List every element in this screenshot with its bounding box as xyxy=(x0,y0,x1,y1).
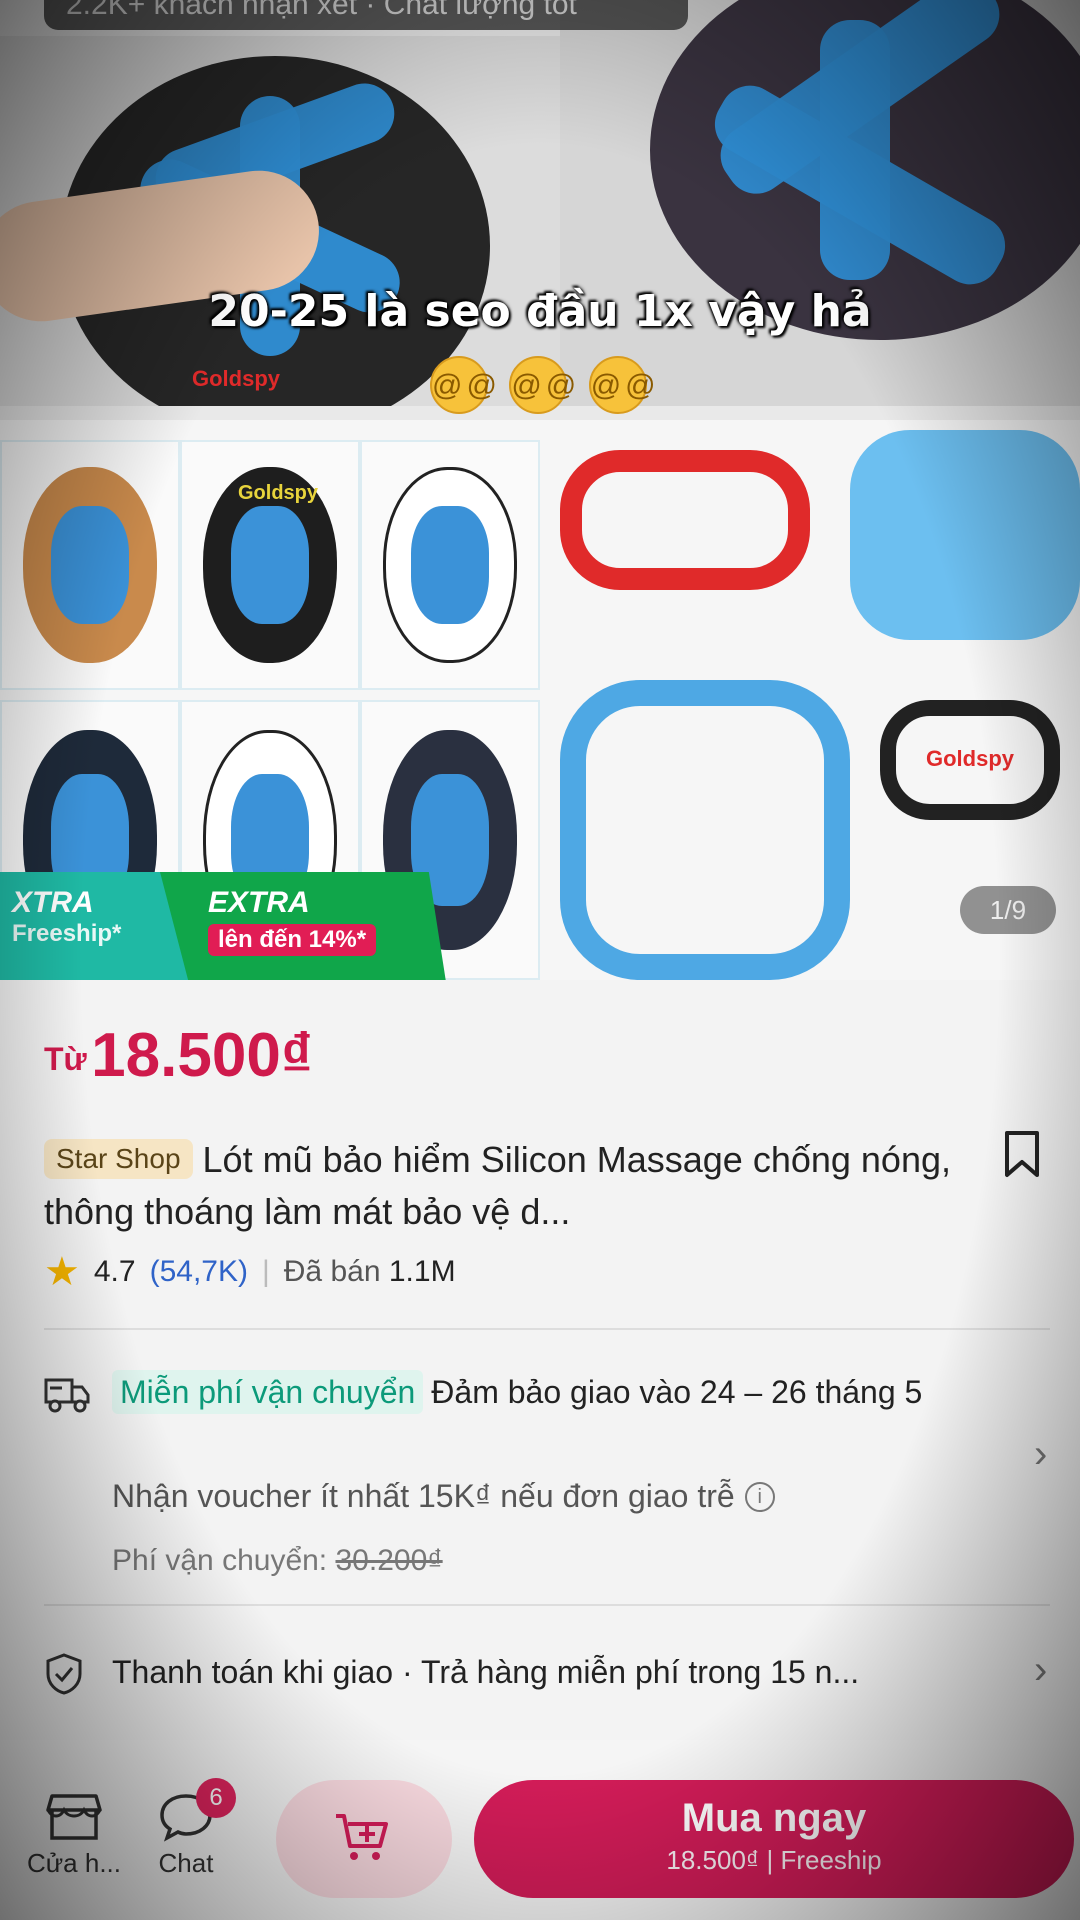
buy-now-label: Mua ngay xyxy=(681,1796,867,1840)
shipping-fee-label: Phí vận chuyển: xyxy=(112,1544,328,1577)
dizzy-face-icon: @@ xyxy=(588,356,656,414)
voucher-note: Nhận voucher ít nhất 15K₫ nếu đơn giao t… xyxy=(112,1478,775,1515)
chevron-right-icon[interactable]: › xyxy=(1034,1432,1047,1477)
buy-now-subtitle: 18.500₫ | Freeship xyxy=(666,1845,882,1875)
payment-returns-text: Thanh toán khi giao · Trả hàng miễn phí … xyxy=(112,1654,860,1690)
divider xyxy=(44,1328,1050,1330)
payment-returns-row[interactable]: Thanh toán khi giao · Trả hàng miễn phí … xyxy=(44,1648,1047,1708)
dizzy-face-icon: @@ xyxy=(430,356,497,414)
product-photo-helmet-hand: Goldspy xyxy=(0,36,560,406)
sold-label: Đã bán xyxy=(283,1255,381,1288)
bookmark-icon[interactable] xyxy=(1004,1130,1040,1178)
blue-pad-image xyxy=(560,680,850,980)
shipping-fee: Phí vận chuyển: 30.200₫ xyxy=(112,1544,443,1578)
star-icon: ★ xyxy=(44,1250,80,1294)
store-icon xyxy=(46,1794,102,1840)
screen: Goldspy 2.2K+ khách nhận xét · Chất lượn… xyxy=(0,0,1080,1920)
price-row: Từ 18.500₫ xyxy=(44,1020,313,1091)
sold-value: 1.1M xyxy=(388,1255,456,1288)
brand-watermark: Goldspy xyxy=(192,366,281,391)
rating-value: 4.7 xyxy=(93,1255,136,1288)
info-icon[interactable]: i xyxy=(744,1481,775,1512)
store-button[interactable]: Cửa h... xyxy=(22,1792,126,1879)
shield-check-icon xyxy=(46,1653,82,1695)
video-caption: 20-25 là seo đầu 1x vậy hả xyxy=(208,286,872,337)
shipping-guarantee: Miễn phí vận chuyển Đảm bảo giao vào 24 –… xyxy=(112,1370,972,1414)
add-to-cart-icon xyxy=(336,1814,388,1860)
voucher-text: Nhận voucher ít nhất 15K₫ nếu đơn giao t… xyxy=(112,1478,735,1514)
brand-watermark: Goldspy xyxy=(926,746,1015,771)
store-label: Cửa h... xyxy=(27,1848,121,1878)
promo-title: EXTRA xyxy=(208,886,310,919)
add-to-cart-button[interactable] xyxy=(276,1780,452,1898)
chevron-right-icon[interactable]: › xyxy=(1034,1648,1047,1693)
collage-cell xyxy=(360,440,540,690)
bottom-action-bar: Cửa h... Chat 6 Mua ngay 18.500₫ | Frees… xyxy=(0,1740,1080,1920)
dizzy-face-icon: @@ xyxy=(509,356,576,414)
chat-button[interactable]: Chat 6 xyxy=(146,1778,236,1879)
product-title: Star Shop Lót mũ bảo hiểm Silicon Massage… xyxy=(44,1134,974,1238)
shop-badge[interactable]: Star Shop xyxy=(44,1139,193,1179)
brand-logo: Goldspy xyxy=(238,482,319,504)
dizzy-face-emojis: @@ @@ @@ xyxy=(430,352,656,414)
review-count[interactable]: (54,7K) xyxy=(150,1255,248,1289)
extra-discount-badge: EXTRA lên đến 14%* xyxy=(160,872,446,980)
free-shipping-tag: Miễn phí vận chuyển xyxy=(112,1370,424,1414)
collage-cell: Goldspy xyxy=(180,440,360,690)
chat-label: Chat xyxy=(158,1848,214,1878)
product-image-gallery[interactable]: Goldspy 2.2K+ khách nhận xét · Chất lượn… xyxy=(0,0,1080,980)
promo-title: XTRA xyxy=(12,886,94,919)
product-info: Từ 18.500₫ Star Shop Lót mũ bảo hiểm Sili… xyxy=(0,980,1080,1740)
divider: | xyxy=(261,1255,270,1288)
price-prefix: Từ xyxy=(44,1041,87,1077)
red-pad-image xyxy=(560,450,810,590)
product-photo-helmet-inside xyxy=(560,0,1080,406)
price-value: 18.500₫ xyxy=(91,1021,313,1090)
buy-now-button[interactable]: Mua ngay 18.500₫ | Freeship xyxy=(474,1780,1074,1898)
chat-unread-badge: 6 xyxy=(196,1778,236,1818)
divider xyxy=(44,1604,1050,1606)
promo-subtitle: Freeship* xyxy=(12,920,122,947)
shipping-fee-value: 30.200₫ xyxy=(335,1544,443,1577)
review-summary-badge: 2.2K+ khách nhận xét · Chất lượng tốt xyxy=(44,0,688,30)
truck-icon xyxy=(44,1378,90,1413)
collage-cell xyxy=(0,440,180,690)
promo-pill: lên đến 14%* xyxy=(208,924,377,956)
image-counter: 1/9 xyxy=(960,886,1056,934)
delivery-guarantee: Đảm bảo giao vào 24 – 26 tháng 5 xyxy=(431,1374,923,1410)
gel-pad-hand-image xyxy=(850,430,1080,640)
rating-row[interactable]: ★ 4.7 (54,7K) | Đã bán 1.1M xyxy=(44,1252,456,1292)
